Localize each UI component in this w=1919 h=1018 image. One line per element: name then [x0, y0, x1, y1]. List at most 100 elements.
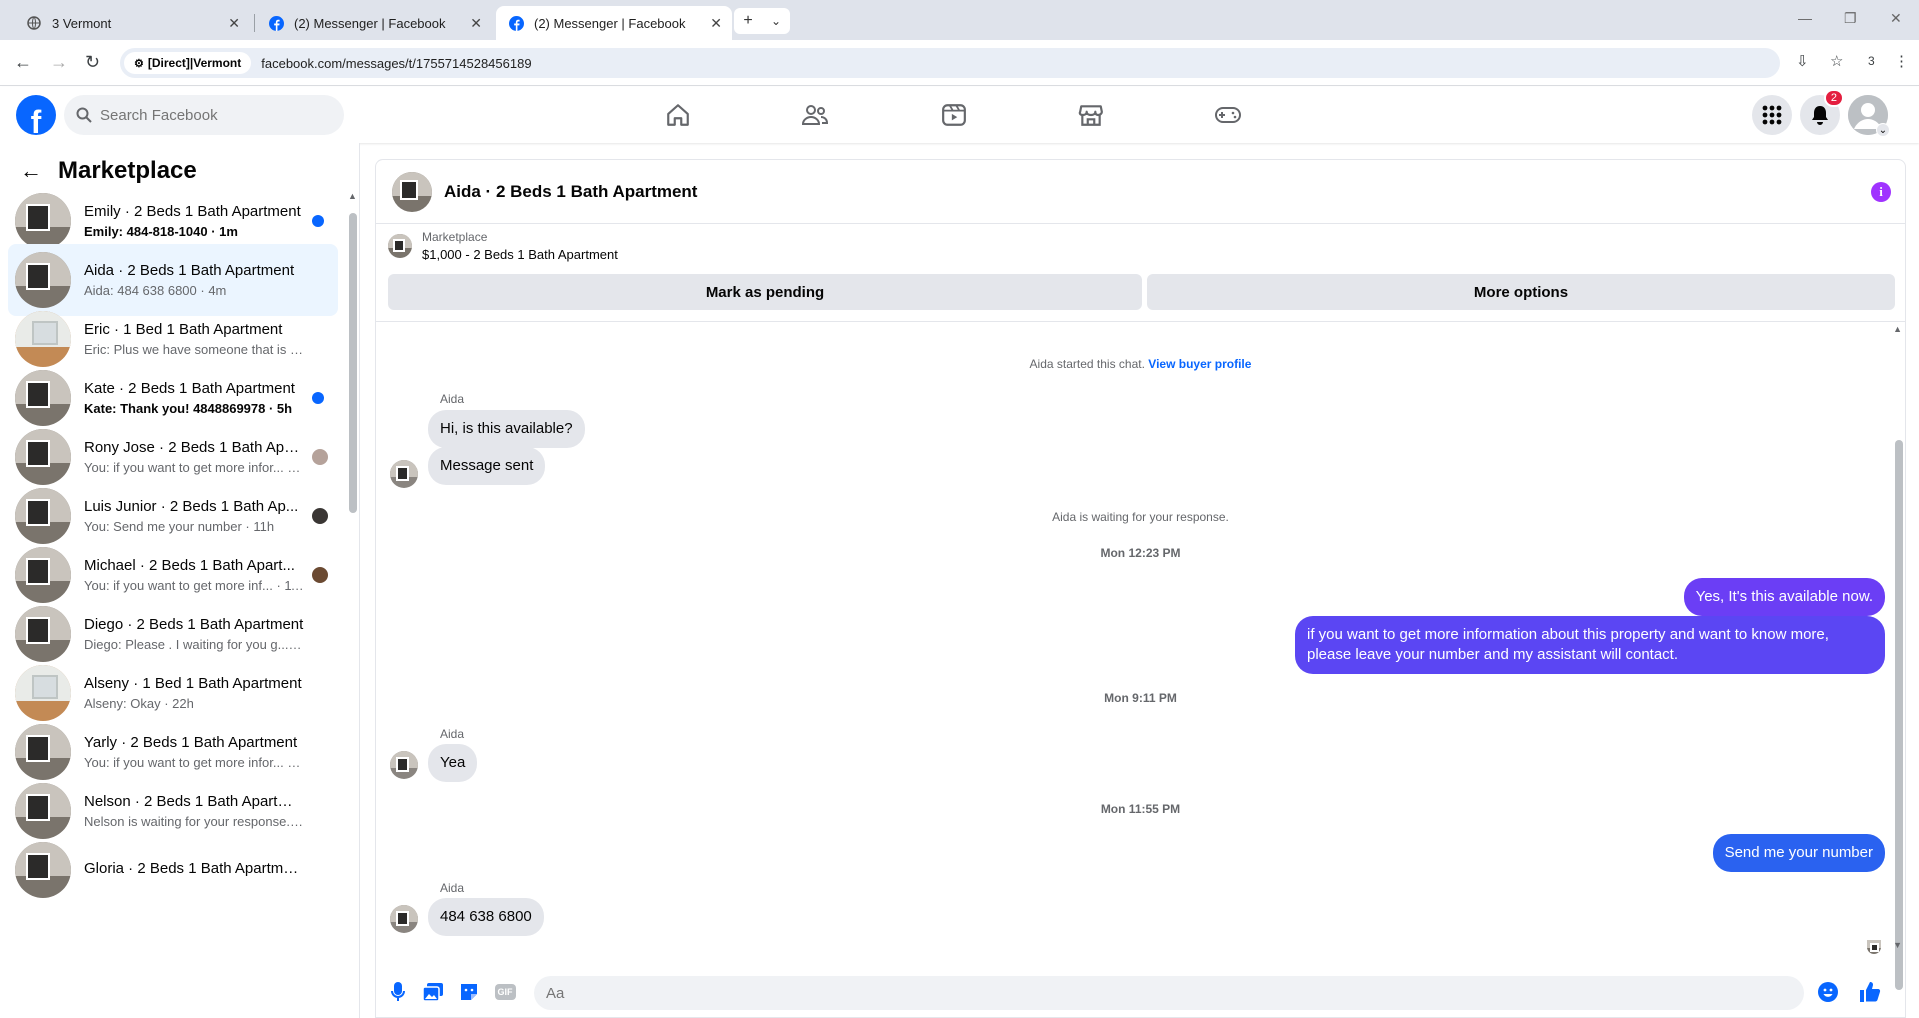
extensions-count[interactable]: 3 — [1868, 54, 1875, 68]
account-chevron-icon[interactable]: ⌄ — [1876, 123, 1890, 137]
menu-grid-icon — [1762, 105, 1782, 125]
gaming-icon[interactable] — [1213, 101, 1243, 129]
window-close-icon[interactable]: ✕ — [1890, 10, 1902, 27]
facebook-logo-icon[interactable]: f — [16, 95, 56, 135]
conversation-meta: Rony Jose · 2 Beds 1 Bath Apa... You: if … — [84, 439, 304, 475]
conversation-meta: Michael · 2 Beds 1 Bath Apart... You: if … — [84, 557, 304, 593]
marketplace-icon[interactable] — [1076, 101, 1106, 129]
browser-tab-messenger-2[interactable]: (2) Messenger | Facebook ✕ — [496, 6, 732, 40]
url-text: facebook.com/messages/t/1755714528456189 — [261, 55, 532, 71]
seen-avatar — [312, 449, 328, 465]
bell-icon — [1812, 106, 1828, 125]
conversation-meta: Eric · 1 Bed 1 Bath Apartment Eric: Plus … — [84, 321, 304, 357]
chat-header: Aida · 2 Beds 1 Bath Apartment i — [376, 160, 1905, 224]
conversation-name: Yarly · 2 Beds 1 Bath Apartment — [84, 734, 298, 751]
emoji-icon[interactable] — [1816, 980, 1840, 1004]
gif-icon[interactable]: GIF — [493, 980, 517, 1004]
listing-avatar — [15, 429, 71, 485]
tab-list-chevron-icon[interactable]: ⌄ — [762, 14, 790, 28]
conversation-preview: Emily: 484-818-1040 · 1m — [84, 224, 238, 239]
incoming-message[interactable]: Yea — [428, 744, 478, 782]
restore-icon[interactable]: ❐ — [1844, 10, 1857, 27]
conversation-name: Michael · 2 Beds 1 Bath Apart... — [84, 557, 295, 574]
reload-icon[interactable]: ↻ — [85, 52, 100, 73]
install-icon[interactable]: ⇩ — [1796, 52, 1809, 70]
close-tab-icon[interactable]: ✕ — [710, 15, 722, 32]
conversation-item[interactable]: Gloria · 2 Beds 1 Bath Apartment — [8, 834, 338, 906]
sender-avatar[interactable] — [390, 751, 418, 779]
chat-scrollbar[interactable] — [1895, 440, 1903, 990]
new-tab-icon[interactable]: + — [734, 12, 762, 30]
conversation-meta: Luis Junior · 2 Beds 1 Bath Ap... You: Se… — [84, 498, 304, 534]
chat-avatar[interactable] — [392, 171, 432, 212]
sender-avatar[interactable] — [390, 460, 418, 488]
conversation-meta: Diego · 2 Beds 1 Bath Apartment Diego: Pl… — [84, 616, 304, 652]
back-arrow-icon[interactable]: ← — [20, 158, 42, 184]
forward-arrow-icon[interactable]: → — [50, 52, 68, 73]
conversation-preview: You: if you want to get more infor... · … — [84, 460, 304, 475]
incoming-message[interactable]: 484 638 6800 — [428, 898, 544, 936]
browser-tab-messenger-1[interactable]: (2) Messenger | Facebook ✕ — [256, 6, 492, 40]
divider — [376, 321, 1905, 322]
message-input[interactable] — [534, 976, 1804, 1010]
bookmark-star-icon[interactable]: ☆ — [1830, 52, 1843, 70]
microphone-icon[interactable] — [386, 980, 410, 1004]
info-icon[interactable]: i — [1871, 182, 1891, 202]
minimize-icon[interactable]: — — [1798, 10, 1812, 26]
seen-avatar — [312, 508, 328, 524]
menu-grid-button[interactable] — [1752, 95, 1792, 135]
conversation-meta: Aida · 2 Beds 1 Bath Apartment Aida: 484 … — [84, 262, 304, 298]
sidebar-scrollbar[interactable] — [349, 213, 357, 513]
notifications-button[interactable]: 2 — [1800, 89, 1844, 135]
scroll-up-icon[interactable]: ▲ — [348, 191, 357, 201]
video-icon[interactable] — [939, 101, 969, 129]
home-icon[interactable] — [663, 101, 693, 129]
listing-avatar — [15, 252, 71, 308]
listing-avatar — [15, 547, 71, 603]
tab-separator — [254, 14, 255, 32]
listing-summary[interactable]: Marketplace $1,000 - 2 Beds 1 Bath Apart… — [388, 230, 618, 262]
listing-avatar — [15, 606, 71, 662]
close-tab-icon[interactable]: ✕ — [228, 15, 240, 32]
conversation-preview: You: Send me your number · 11h — [84, 519, 275, 534]
facebook-icon — [268, 15, 284, 31]
conversation-name: Emily · 2 Beds 1 Bath Apartment — [84, 203, 301, 220]
mark-as-pending-button[interactable]: Mark as pending — [388, 274, 1142, 310]
incoming-message[interactable]: Message sent — [428, 447, 546, 485]
omnibox[interactable]: ⚙ [Direct]|Vermont facebook.com/messages… — [120, 48, 1780, 78]
friends-icon[interactable] — [800, 101, 830, 129]
outgoing-message[interactable]: Send me your number — [1712, 834, 1885, 872]
browser-menu-icon[interactable]: ⋮ — [1894, 52, 1909, 70]
site-info-chip[interactable]: ⚙ [Direct]|Vermont — [124, 52, 252, 74]
listing-avatar — [15, 370, 71, 426]
listing-avatar — [15, 665, 71, 721]
conversation-preview: Diego: Please . I waiting for you g... ·… — [84, 637, 304, 652]
thumbs-up-icon[interactable] — [1858, 980, 1882, 1004]
browser-tab-vermont[interactable]: 3 Vermont ✕ — [14, 6, 250, 40]
scroll-down-icon[interactable]: ▼ — [1893, 940, 1902, 950]
browser-tab-bar: 3 Vermont ✕ (2) Messenger | Facebook ✕ (… — [0, 0, 1919, 40]
conversation-meta: Yarly · 2 Beds 1 Bath Apartment You: if y… — [84, 734, 304, 770]
sticker-icon[interactable] — [457, 980, 481, 1004]
listing-label: Marketplace — [422, 230, 488, 244]
photo-icon[interactable] — [421, 980, 445, 1004]
chat-panel: Aida · 2 Beds 1 Bath Apartment i Marketp… — [375, 159, 1906, 1018]
profile-avatar[interactable]: ⌄ — [1848, 95, 1890, 137]
unread-dot — [312, 392, 324, 404]
search-input[interactable] — [100, 106, 320, 124]
conversation-preview: You: if you want to get more inf... · 11… — [84, 578, 304, 593]
back-arrow-icon[interactable]: ← — [14, 52, 32, 73]
outgoing-message[interactable]: if you want to get more information abou… — [1295, 616, 1885, 674]
facebook-search[interactable] — [64, 95, 344, 135]
view-buyer-profile-link[interactable]: View buyer profile — [1148, 357, 1251, 371]
more-options-button[interactable]: More options — [1147, 274, 1895, 310]
listing-avatar — [15, 724, 71, 780]
chat-title[interactable]: Aida · 2 Beds 1 Bath Apartment — [444, 182, 697, 202]
conversation-name: Diego · 2 Beds 1 Bath Apartment — [84, 616, 304, 633]
conversation-meta: Nelson · 2 Beds 1 Bath Apartment Nelson i… — [84, 793, 304, 829]
close-tab-icon[interactable]: ✕ — [470, 15, 482, 32]
scroll-up-icon[interactable]: ▲ — [1893, 324, 1902, 334]
sender-avatar[interactable] — [390, 905, 418, 933]
outgoing-message[interactable]: Yes, It's this available now. — [1683, 578, 1885, 616]
incoming-message[interactable]: Hi, is this available? — [428, 410, 585, 448]
